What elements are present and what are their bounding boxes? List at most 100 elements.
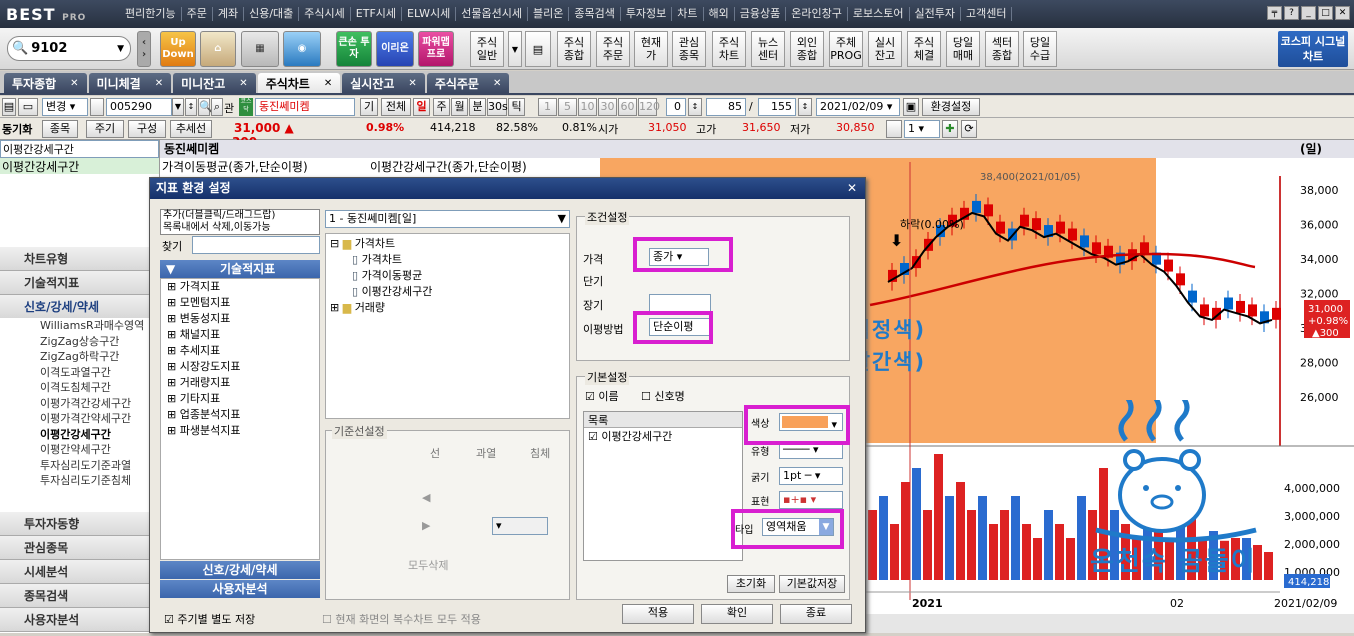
home-icon[interactable]: ⌂ xyxy=(200,31,236,67)
baseline-select[interactable]: ▾ xyxy=(492,517,548,535)
calculator-icon[interactable]: ▦ xyxy=(241,31,279,67)
close-icon[interactable]: ✕ xyxy=(408,78,416,89)
period-5[interactable]: 틱 xyxy=(508,98,525,116)
zero-value[interactable]: 0 xyxy=(666,98,686,116)
menu-item[interactable]: 주식시세 xyxy=(299,7,351,21)
left-category-b2[interactable]: 시세분석 xyxy=(0,560,160,584)
stock-code-input[interactable]: 005290 xyxy=(106,98,172,116)
apply-all-checkbox[interactable]: ☐ 현재 화면의 복수차트 모두 적용 xyxy=(322,611,481,627)
code-dropdown[interactable]: ▼ xyxy=(172,98,184,116)
menu-item[interactable]: 금융상품 xyxy=(735,7,787,21)
menu-item[interactable]: 해외 xyxy=(704,7,735,21)
reset-button[interactable]: 초기화 xyxy=(727,575,775,593)
tech-category[interactable]: ⊞ 채널지표 xyxy=(167,327,319,343)
list-item[interactable]: ZigZag하락구간 xyxy=(40,349,155,365)
left-category-2[interactable]: 신호/강세/약세 xyxy=(0,295,160,319)
list-item[interactable]: 이격도과열구간 xyxy=(40,365,155,381)
find-input[interactable] xyxy=(192,236,320,254)
list-item[interactable]: 이평간약세구간 xyxy=(40,442,155,458)
help-icon[interactable]: ? xyxy=(1284,6,1299,20)
close-icon[interactable]: ✕ xyxy=(239,78,247,89)
menu-item[interactable]: 블리온 xyxy=(528,7,570,21)
selected-indicator[interactable]: 이평간강세구간 xyxy=(0,158,159,174)
left-category-b0[interactable]: 투자자동향 xyxy=(0,512,160,536)
default-save-button[interactable]: 기본값저장 xyxy=(779,575,845,593)
updown-button[interactable]: Up Down xyxy=(160,31,196,67)
indicator-search-input[interactable]: 이평간강세구간 xyxy=(0,140,159,158)
left-category-b1[interactable]: 관심종목 xyxy=(0,536,160,560)
document-icon[interactable]: ▤ xyxy=(525,31,551,67)
signal-name-checkbox[interactable]: ☐ 신호명 xyxy=(641,388,685,404)
tech-category[interactable]: ⊞ 변동성지표 xyxy=(167,311,319,327)
tech-category[interactable]: ⊞ 모멘텀지표 xyxy=(167,295,319,311)
check-box[interactable] xyxy=(886,120,902,138)
grid-icon[interactable] xyxy=(90,98,104,116)
mode-select[interactable]: 변경 ▾ xyxy=(42,98,88,116)
toolbar-arrows[interactable]: ‹ › xyxy=(137,31,151,67)
settings-button[interactable]: 환경설정 xyxy=(922,98,980,116)
tech-category[interactable]: ⊞ 업종분석지표 xyxy=(167,407,319,423)
close-icon[interactable]: ✕ xyxy=(155,78,163,89)
toolbar-button[interactable]: 주식 차트 xyxy=(712,31,746,67)
signal-header[interactable]: 신호/강세/약세 xyxy=(160,561,320,579)
list-item[interactable]: 투자심리도기준과열 xyxy=(40,458,155,474)
toolbar-button[interactable]: 현재 가 xyxy=(634,31,668,67)
menu-item[interactable]: 로보스토어 xyxy=(848,7,910,21)
period-4[interactable]: 30s xyxy=(487,98,508,116)
menu-item[interactable]: 신용/대출 xyxy=(244,7,300,21)
irion-button[interactable]: 이리온 xyxy=(376,31,414,67)
menu-item[interactable]: ETF시세 xyxy=(351,7,403,21)
list-item[interactable]: 이격도침체구간 xyxy=(40,380,155,396)
toolbar-button[interactable]: 관심 종목 xyxy=(672,31,706,67)
long-period-input[interactable] xyxy=(649,294,711,312)
tab-4[interactable]: 실시잔고 ✕ xyxy=(342,73,425,93)
add-icon[interactable]: ✚ xyxy=(942,120,958,138)
tree-item[interactable]: ▯ 이평간강세구간 xyxy=(330,284,565,300)
toolbar-dropdown[interactable]: ▼ xyxy=(508,31,522,67)
tab-5[interactable]: 주식주문 ✕ xyxy=(426,73,510,93)
toolbar-button[interactable]: 주체 PROG xyxy=(829,31,863,67)
name-checkbox[interactable]: ☑ 이름 xyxy=(585,388,619,404)
interval-3[interactable]: 30 xyxy=(598,98,617,116)
ok-button[interactable]: 확인 xyxy=(701,604,773,624)
keun-button[interactable]: 큰손 투자 xyxy=(336,31,372,67)
period-button[interactable]: 주기 xyxy=(86,120,124,138)
toolbar-button[interactable]: 실시 잔고 xyxy=(868,31,902,67)
interval-0[interactable]: 1 xyxy=(538,98,557,116)
toolbar-button[interactable]: 외인 종합 xyxy=(790,31,824,67)
list-item[interactable]: 이평간강세구간 xyxy=(40,427,155,443)
menu-item[interactable]: 편리한기능 xyxy=(120,7,182,21)
close-icon[interactable]: ✕ xyxy=(324,78,332,89)
toolbar-button[interactable]: 당일 매매 xyxy=(946,31,980,67)
powermap-button[interactable]: 파워맵 프로 xyxy=(418,31,454,67)
signal-chart-button[interactable]: 코스피 시그널차트 xyxy=(1278,31,1348,67)
spin-icon[interactable]: ↕ xyxy=(185,98,197,116)
interval-4[interactable]: 60 xyxy=(618,98,637,116)
menu-item[interactable]: 종목검색 xyxy=(569,7,621,21)
count-select[interactable]: 1 ▾ xyxy=(904,120,940,138)
toolbar-button[interactable]: 주식 주문 xyxy=(596,31,630,67)
code-search-input[interactable]: 🔍 9102 ▼ xyxy=(7,36,131,61)
user-analysis-header[interactable]: 사용자분석 xyxy=(160,580,320,598)
list-item[interactable]: 이평가격간약세구간 xyxy=(40,411,155,427)
jongmok-button[interactable]: 종목 xyxy=(42,120,78,138)
tech-category[interactable]: ⊞ 파생분석지표 xyxy=(167,423,319,439)
tech-category[interactable]: ⊞ 기타지표 xyxy=(167,391,319,407)
close-icon[interactable]: ✕ xyxy=(493,78,501,89)
save-icon[interactable]: ▣ xyxy=(903,98,919,116)
close-button[interactable]: 종료 xyxy=(780,604,852,624)
tech-category[interactable]: ⊞ 거래량지표 xyxy=(167,375,319,391)
toolbar-button[interactable]: 뉴스 센터 xyxy=(751,31,785,67)
period-3[interactable]: 분 xyxy=(469,98,486,116)
apply-button[interactable]: 적용 xyxy=(622,604,694,624)
tech-category[interactable]: ⊞ 가격지표 xyxy=(167,279,319,295)
tech-indicator-header[interactable]: ▼ 기술적지표 xyxy=(160,260,320,278)
chart-combo[interactable]: 1 - 동진쎄미켐[일] ▼ xyxy=(325,210,570,228)
close-icon[interactable]: ✕ xyxy=(847,178,857,199)
interval-5[interactable]: 120 xyxy=(638,98,660,116)
count-spin[interactable]: ↕ xyxy=(798,98,812,116)
tree-root-price[interactable]: ⊟ ▆ 가격차트 xyxy=(330,236,565,252)
trendline-button[interactable]: 추세선 xyxy=(170,120,212,138)
list-item[interactable]: 이평가격간강세구간 xyxy=(40,396,155,412)
interval-2[interactable]: 10 xyxy=(578,98,597,116)
